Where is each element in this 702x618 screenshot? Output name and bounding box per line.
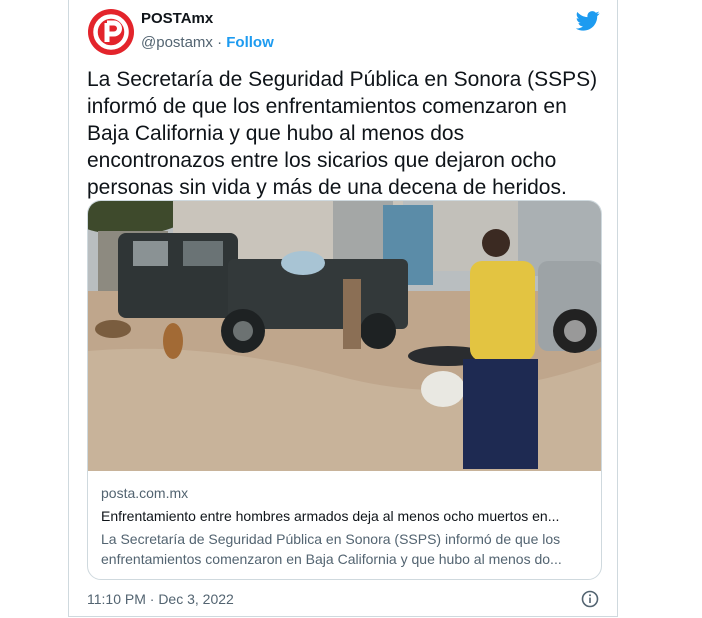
link-domain: posta.com.mx: [101, 485, 189, 501]
tweet-container: POSTAmx @postamx · Follow La Secretaría …: [68, 0, 618, 617]
link-description: La Secretaría de Seguridad Pública en So…: [101, 529, 590, 569]
follow-button[interactable]: Follow: [226, 34, 274, 51]
link-description-line-2: enfrentamientos comenzaron en Baja Calif…: [101, 551, 562, 567]
link-card-image: [88, 201, 601, 471]
display-name[interactable]: POSTAmx: [141, 10, 213, 27]
account-avatar[interactable]: [88, 9, 134, 55]
tweet-timestamp[interactable]: 11:10 PM · Dec 3, 2022: [87, 591, 234, 607]
posta-logo-icon: [88, 9, 134, 55]
link-title: Enfrentamiento entre hombres armados dej…: [101, 508, 560, 524]
tweet-text: La Secretaría de Seguridad Pública en So…: [87, 68, 598, 199]
link-card[interactable]: posta.com.mx Enfrentamiento entre hombre…: [87, 200, 602, 580]
twitter-bird-icon[interactable]: [575, 10, 600, 32]
info-icon[interactable]: [581, 590, 599, 608]
handle[interactable]: @postamx: [141, 34, 213, 51]
handle-row: @postamx · Follow: [141, 34, 274, 51]
separator-dot: ·: [217, 34, 223, 51]
link-description-line-1: La Secretaría de Seguridad Pública en So…: [101, 531, 561, 547]
